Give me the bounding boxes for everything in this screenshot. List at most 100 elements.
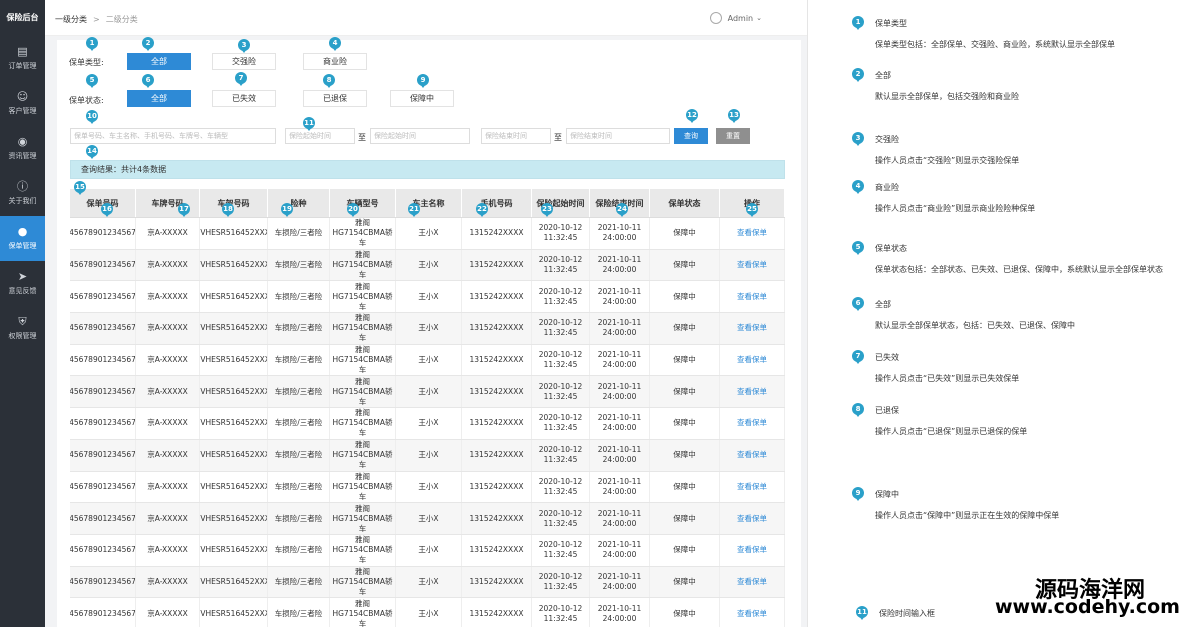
table-cell: 1315242XXXX — [462, 598, 532, 627]
watermark-url: www.codehy.com — [995, 596, 1180, 618]
annotation-marker: 13 — [728, 109, 740, 123]
end-time-to-input[interactable]: 保险结束时间 — [566, 128, 670, 144]
view-policy-link[interactable]: 查看保单 — [720, 281, 785, 313]
info-icon: ⓘ — [17, 180, 28, 193]
table-cell: 雅阁HG7154CBMA轿车 — [330, 408, 396, 439]
table-cell: 2020-10-12 11:32:45 — [532, 344, 590, 376]
table-cell: 王小X — [396, 439, 462, 471]
annotation-marker: 2 — [852, 68, 864, 82]
status-cancelled-button[interactable]: 已退保 — [303, 90, 367, 107]
feedback-icon: ➤ — [17, 270, 28, 283]
table-row: 12345678901234567890京A-XXXXXLFVHESR51645… — [70, 218, 785, 250]
table-cell: 12345678901234567890 — [70, 344, 136, 376]
annotation-marker: 7 — [852, 350, 864, 364]
table-cell: 1315242XXXX — [462, 249, 532, 281]
table-cell: 2021-10-11 24:00:00 — [590, 281, 650, 313]
view-policy-link[interactable]: 查看保单 — [720, 566, 785, 598]
table-cell: 京A-XXXXX — [136, 249, 200, 281]
annotation-marker: 23 — [541, 203, 553, 217]
annotation-marker: 6 — [142, 74, 154, 88]
view-policy-link[interactable]: 查看保单 — [720, 503, 785, 534]
sidebar-item-label: 保单管理 — [8, 242, 37, 250]
end-time-from-input[interactable]: 保险结束时间 — [481, 128, 551, 144]
table-cell: 1315242XXXX — [462, 534, 532, 566]
sidebar-item-feedback[interactable]: ➤ 意见反馈 — [0, 261, 45, 306]
view-policy-link[interactable]: 查看保单 — [720, 598, 785, 627]
view-policy-link[interactable]: 查看保单 — [720, 408, 785, 439]
status-all-button[interactable]: 全部 — [127, 90, 191, 107]
status-active-button[interactable]: 保障中 — [390, 90, 454, 107]
annotation-marker: 8 — [323, 74, 335, 88]
annotation-marker: 1 — [86, 37, 98, 51]
note-title: 全部 — [875, 71, 891, 80]
table-cell: 京A-XXXXX — [136, 313, 200, 344]
view-policy-link[interactable]: 查看保单 — [720, 344, 785, 376]
annotation-marker: 17 — [178, 203, 190, 217]
note-desc: 操作人员点击“交强险”则显示交强险保单 — [875, 156, 1020, 165]
table-cell: 保障中 — [650, 249, 720, 281]
annotation-marker: 6 — [852, 297, 864, 311]
start-time-to-input[interactable]: 保险起始时间 — [370, 128, 470, 144]
search-button[interactable]: 查询 — [674, 128, 708, 144]
view-policy-link[interactable]: 查看保单 — [720, 534, 785, 566]
table-row: 12345678901234567890京A-XXXXXLFVHESR51645… — [70, 376, 785, 409]
table-cell: 12345678901234567890 — [70, 281, 136, 313]
type-all-button[interactable]: 全部 — [127, 53, 191, 70]
view-policy-link[interactable]: 查看保单 — [720, 249, 785, 281]
column-header: 手机号码 — [462, 189, 532, 217]
user-menu[interactable]: Admin ⌄ — [709, 12, 762, 24]
table-cell: 雅阁HG7154CBMA轿车 — [330, 439, 396, 471]
table-cell: 雅阁HG7154CBMA轿车 — [330, 218, 396, 249]
status-expired-button[interactable]: 已失效 — [212, 90, 276, 107]
table-row: 12345678901234567890京A-XXXXXLFVHESR51645… — [70, 439, 785, 472]
sidebar-item-policies[interactable]: ● 保单管理 — [0, 216, 45, 261]
annotation-marker: 9 — [852, 487, 864, 501]
table-cell: 2020-10-12 11:32:45 — [532, 439, 590, 471]
table-cell: 2021-10-11 24:00:00 — [590, 313, 650, 344]
sidebar-item-news[interactable]: ◉ 资讯管理 — [0, 126, 45, 171]
table-cell: 雅阁HG7154CBMA轿车 — [330, 598, 396, 627]
table-row: 12345678901234567890京A-XXXXXLFVHESR51645… — [70, 344, 785, 377]
table-cell: 12345678901234567890 — [70, 471, 136, 503]
reset-button[interactable]: 重置 — [716, 128, 750, 144]
table-cell: 12345678901234567890 — [70, 439, 136, 471]
table-cell: 王小X — [396, 376, 462, 408]
annotation-marker: 22 — [476, 203, 488, 217]
note-desc: 操作人员点击“保障中”则显示正在生效的保障中保单 — [875, 511, 1060, 520]
table-cell: 京A-XXXXX — [136, 439, 200, 471]
type-commercial-button[interactable]: 商业险 — [303, 53, 367, 70]
annotation-marker: 9 — [417, 74, 429, 88]
table-cell: 保障中 — [650, 439, 720, 471]
keyword-search-input[interactable]: 保单号码、车主名称、手机号码、车牌号、车辆型 — [70, 128, 276, 144]
sidebar-item-customers[interactable]: ☺ 客户管理 — [0, 81, 45, 126]
view-policy-link[interactable]: 查看保单 — [720, 471, 785, 503]
table-cell: 王小X — [396, 281, 462, 313]
column-header: 车架号码 — [200, 189, 268, 217]
table-cell: 雅阁HG7154CBMA轿车 — [330, 376, 396, 408]
note-title: 商业险 — [875, 183, 899, 192]
view-policy-link[interactable]: 查看保单 — [720, 439, 785, 471]
sidebar-item-permissions[interactable]: ⛨ 权限管理 — [0, 306, 45, 351]
view-policy-link[interactable]: 查看保单 — [720, 313, 785, 344]
sidebar-item-orders[interactable]: ▤ 订单管理 — [0, 36, 45, 81]
table-cell: 1315242XXXX — [462, 408, 532, 439]
view-policy-link[interactable]: 查看保单 — [720, 218, 785, 249]
range-separator: 至 — [358, 133, 366, 142]
table-cell: 京A-XXXXX — [136, 566, 200, 598]
column-header: 险种 — [268, 189, 330, 217]
table-cell: 京A-XXXXX — [136, 376, 200, 408]
table-cell: 京A-XXXXX — [136, 281, 200, 313]
table-cell: 保障中 — [650, 408, 720, 439]
sidebar-item-label: 关于我们 — [8, 197, 37, 205]
note-title: 保障中 — [875, 490, 899, 499]
breadcrumb-level-1[interactable]: 一级分类 — [55, 15, 87, 24]
type-compulsory-button[interactable]: 交强险 — [212, 53, 276, 70]
sidebar-item-about[interactable]: ⓘ 关于我们 — [0, 171, 45, 216]
table-cell: 车损险/三者险 — [268, 534, 330, 566]
annotation-marker: 20 — [347, 203, 359, 217]
annotation-marker: 10 — [86, 110, 98, 124]
table-cell: 保障中 — [650, 534, 720, 566]
note-desc: 操作人员点击“商业险”则显示商业险险种保单 — [875, 204, 1036, 213]
view-policy-link[interactable]: 查看保单 — [720, 376, 785, 408]
start-time-from-input[interactable]: 保险起始时间 — [285, 128, 355, 144]
